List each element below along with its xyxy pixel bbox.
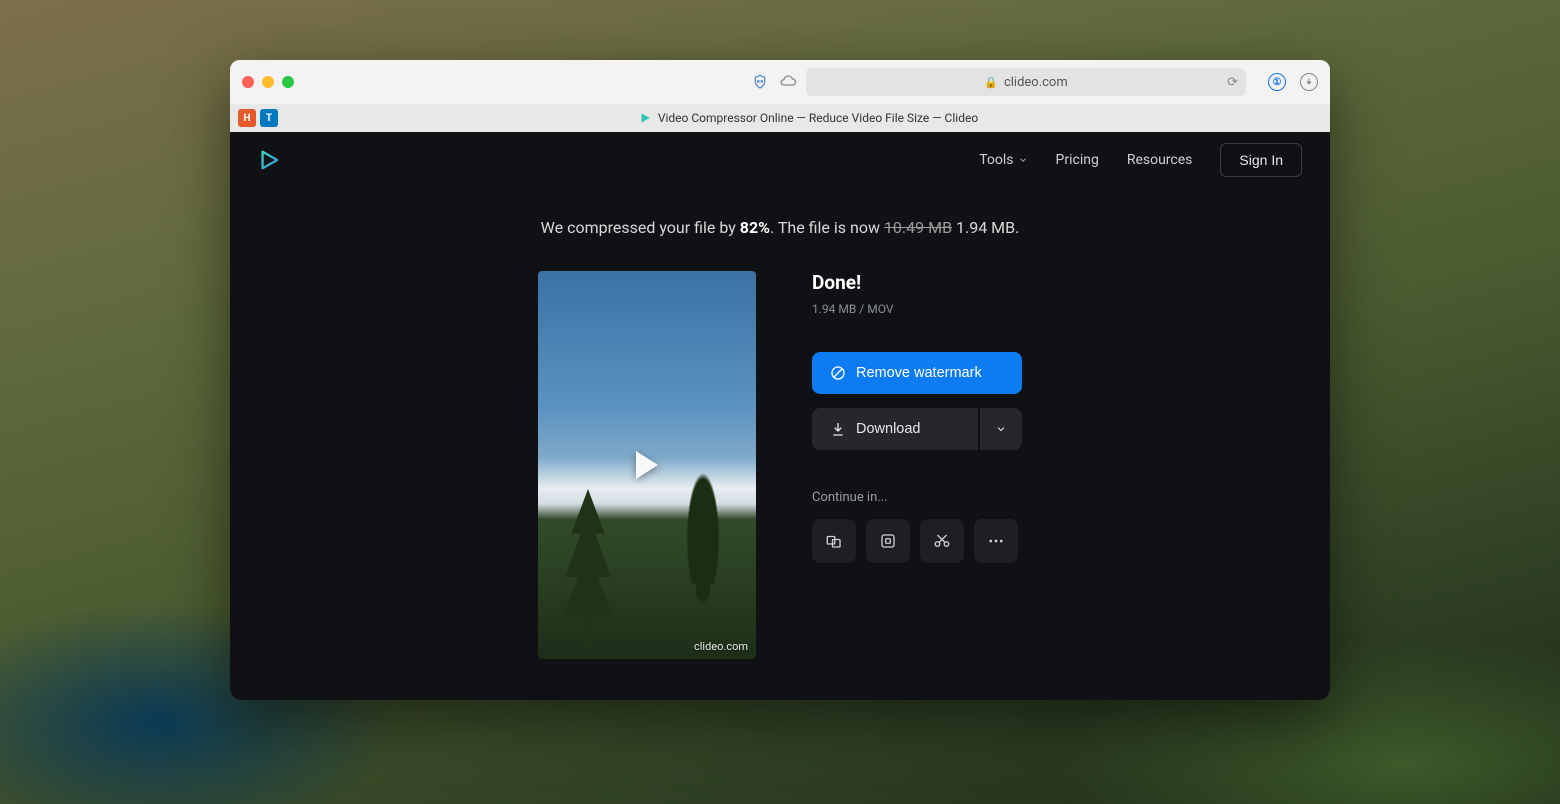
window-close-button[interactable] bbox=[242, 76, 254, 88]
chevron-down-icon bbox=[995, 423, 1007, 435]
tab-bar: H T Video Compressor Online — Reduce Vid… bbox=[230, 104, 1330, 132]
done-heading: Done! bbox=[812, 271, 1022, 294]
clideo-logo[interactable] bbox=[258, 149, 280, 171]
download-button-group: Download bbox=[812, 408, 1022, 450]
nav-tools[interactable]: Tools bbox=[979, 152, 1027, 168]
window-minimize-button[interactable] bbox=[262, 76, 274, 88]
downloads-icon[interactable] bbox=[1300, 73, 1318, 91]
result-row: clideo.com Done! 1.94 MB / MOV Remove wa… bbox=[230, 271, 1330, 659]
tab-title-text: Video Compressor Online — Reduce Video F… bbox=[658, 111, 978, 125]
download-icon bbox=[830, 421, 846, 437]
video-preview[interactable]: clideo.com bbox=[538, 271, 756, 659]
url-host: clideo.com bbox=[1004, 75, 1068, 90]
continue-merge-button[interactable] bbox=[812, 519, 856, 563]
new-filesize: 1.94 MB. bbox=[952, 218, 1019, 237]
app-content: Tools Pricing Resources Sign In We compr… bbox=[230, 132, 1330, 700]
favorite-bookmark[interactable]: H bbox=[238, 109, 256, 127]
file-meta: 1.94 MB / MOV bbox=[812, 302, 1022, 316]
compression-percent: 82% bbox=[740, 218, 770, 237]
continue-label: Continue in... bbox=[812, 490, 1022, 505]
compression-summary: We compressed your file by 82%. The file… bbox=[230, 218, 1330, 237]
resize-icon bbox=[879, 532, 897, 550]
nav-resources[interactable]: Resources bbox=[1127, 152, 1193, 168]
active-tab[interactable]: Video Compressor Online — Reduce Video F… bbox=[286, 111, 1330, 125]
no-symbol-icon bbox=[830, 365, 846, 381]
chevron-down-icon bbox=[1018, 155, 1028, 165]
continue-more-button[interactable] bbox=[974, 519, 1018, 563]
continue-cut-button[interactable] bbox=[920, 519, 964, 563]
continue-actions bbox=[812, 519, 1022, 563]
url-bar[interactable]: 🔒 clideo.com ⟳ bbox=[806, 68, 1246, 96]
app-header: Tools Pricing Resources Sign In bbox=[230, 132, 1330, 188]
site-favicon-icon bbox=[638, 111, 652, 125]
play-icon[interactable] bbox=[636, 451, 658, 479]
reload-icon[interactable]: ⟳ bbox=[1227, 75, 1238, 90]
download-button[interactable]: Download bbox=[812, 408, 978, 450]
download-options-button[interactable] bbox=[980, 408, 1022, 450]
top-nav: Tools Pricing Resources Sign In bbox=[979, 143, 1302, 177]
nav-pricing[interactable]: Pricing bbox=[1056, 152, 1099, 168]
favorites-strip: H T bbox=[230, 109, 286, 127]
old-filesize: 10.49 MB bbox=[884, 218, 952, 237]
cut-icon bbox=[932, 532, 952, 550]
browser-titlebar: 🔒 clideo.com ⟳ ① bbox=[230, 60, 1330, 104]
result-details: Done! 1.94 MB / MOV Remove watermark Dow… bbox=[812, 271, 1022, 659]
remove-watermark-button[interactable]: Remove watermark bbox=[812, 352, 1022, 394]
merge-icon bbox=[825, 532, 843, 550]
password-manager-icon[interactable]: ① bbox=[1268, 73, 1286, 91]
favorite-bookmark[interactable]: T bbox=[260, 109, 278, 127]
sign-in-button[interactable]: Sign In bbox=[1220, 143, 1302, 177]
watermark-text: clideo.com bbox=[694, 640, 748, 653]
more-icon bbox=[987, 532, 1005, 550]
icloud-icon[interactable] bbox=[778, 72, 798, 92]
continue-resize-button[interactable] bbox=[866, 519, 910, 563]
privacy-report-icon[interactable] bbox=[750, 72, 770, 92]
browser-window: 🔒 clideo.com ⟳ ① H T Video Compressor On… bbox=[230, 60, 1330, 700]
window-maximize-button[interactable] bbox=[282, 76, 294, 88]
traffic-lights bbox=[242, 76, 294, 88]
lock-icon: 🔒 bbox=[984, 76, 998, 89]
